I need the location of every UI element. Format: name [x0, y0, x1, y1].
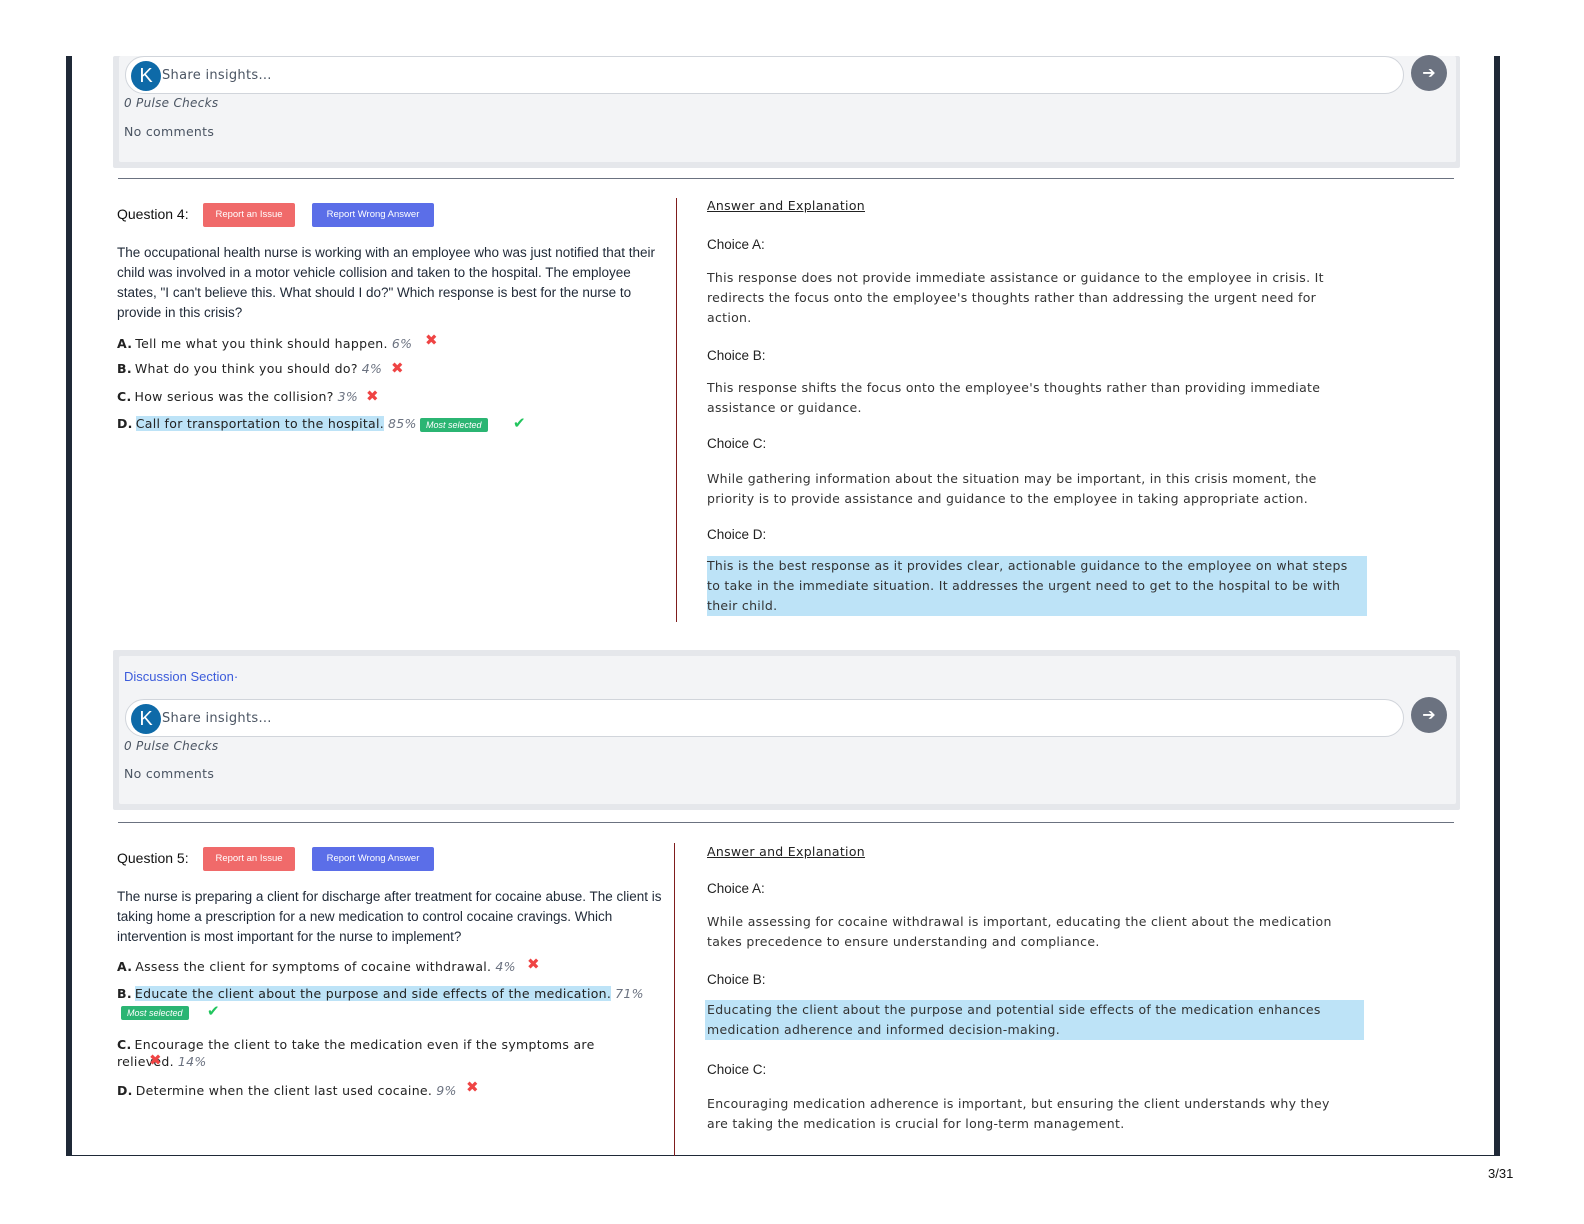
user-avatar: K [131, 704, 161, 734]
q5-option-b[interactable]: B. Educate the client about the purpose a… [117, 986, 644, 1001]
send-arrow-button-2[interactable]: ➔ [1411, 697, 1447, 733]
discussion-section-title: Discussion Section· [124, 669, 239, 684]
question-5-label: Question 5: [117, 850, 189, 866]
q5-choice-b-text: Educating the client about the purpose a… [705, 1000, 1364, 1040]
page-number: 3/31 [1488, 1166, 1514, 1181]
q4-choice-d-label: Choice D: [707, 527, 767, 542]
divider-middle [118, 822, 1454, 823]
no-comments-text-1: No comments [124, 124, 215, 139]
pulse-checks-count-1: 0 Pulse Checks [124, 96, 219, 110]
share-insights-placeholder: Share insights... [162, 68, 272, 83]
question-4-text: The occupational health nurse is working… [117, 245, 656, 320]
q4-option-b[interactable]: B. What do you think you should do? 4% [117, 361, 382, 376]
column-divider-q4 [676, 198, 677, 622]
correct-check-icon: ✔ [207, 1002, 220, 1020]
incorrect-x-icon: ✖ [466, 1078, 479, 1096]
most-selected-badge-q4: Most selected [420, 418, 488, 432]
q4-option-d[interactable]: D. Call for transportation to the hospita… [117, 416, 417, 431]
question-4-label: Question 4: [117, 206, 189, 222]
q4-choice-b-text: This response shifts the focus onto the … [707, 380, 1321, 415]
no-comments-text-2: No comments [124, 766, 215, 781]
divider-top [118, 178, 1454, 179]
incorrect-x-icon: ✖ [527, 955, 540, 973]
share-insights-input-2[interactable]: K Share insights... [125, 699, 1404, 737]
incorrect-x-icon: ✖ [391, 359, 404, 377]
q4-choice-d-text: This is the best response as it provides… [707, 556, 1367, 616]
answer-explanation-heading-q4: Answer and Explanation [707, 198, 865, 213]
most-selected-badge-q5: Most selected [121, 1006, 189, 1020]
column-divider-q5 [674, 843, 675, 1156]
report-issue-button-q4[interactable]: Report an Issue [203, 203, 295, 227]
q5-choice-a-text: While assessing for cocaine withdrawal i… [707, 914, 1332, 949]
q5-choice-a-label: Choice A: [707, 881, 765, 896]
q5-option-d[interactable]: D. Determine when the client last used co… [117, 1083, 457, 1098]
incorrect-x-icon: ✖ [149, 1051, 162, 1069]
q5-option-c[interactable]: C. Encourage the client to take the medic… [117, 1036, 657, 1070]
q5-option-a[interactable]: A. Assess the client for symptoms of coca… [117, 959, 516, 974]
report-wrong-answer-button-q5[interactable]: Report Wrong Answer [312, 847, 434, 871]
incorrect-x-icon: ✖ [425, 331, 438, 349]
q5-choice-b-label: Choice B: [707, 972, 766, 987]
q4-choice-b-label: Choice B: [707, 348, 766, 363]
arrow-right-icon: ➔ [1422, 705, 1436, 724]
share-insights-placeholder: Share insights... [162, 711, 272, 726]
report-wrong-answer-button-q4[interactable]: Report Wrong Answer [312, 203, 434, 227]
q5-choice-c-text: Encouraging medication adherence is impo… [707, 1096, 1330, 1131]
q4-choice-c-text: While gathering information about the si… [707, 471, 1317, 506]
q4-option-c[interactable]: C. How serious was the collision? 3% [117, 389, 358, 404]
question-5-text: The nurse is preparing a client for disc… [117, 889, 662, 944]
q4-choice-c-label: Choice C: [707, 436, 767, 451]
q4-choice-a-label: Choice A: [707, 237, 765, 252]
arrow-right-icon: ➔ [1422, 63, 1436, 82]
answer-explanation-heading-q5: Answer and Explanation [707, 844, 865, 859]
send-arrow-button-1[interactable]: ✔ ➔ [1411, 55, 1447, 91]
q5-choice-c-label: Choice C: [707, 1062, 767, 1077]
q4-option-a[interactable]: A. Tell me what you think should happen. 6… [117, 336, 412, 351]
user-avatar: K [131, 61, 161, 91]
q4-choice-a-text: This response does not provide immediate… [707, 270, 1324, 325]
correct-check-icon: ✔ [513, 414, 526, 432]
share-insights-input-1[interactable]: K Share insights... [125, 56, 1404, 94]
report-issue-button-q5[interactable]: Report an Issue [203, 847, 295, 871]
pulse-checks-count-2: 0 Pulse Checks [124, 739, 219, 753]
incorrect-x-icon: ✖ [366, 387, 379, 405]
